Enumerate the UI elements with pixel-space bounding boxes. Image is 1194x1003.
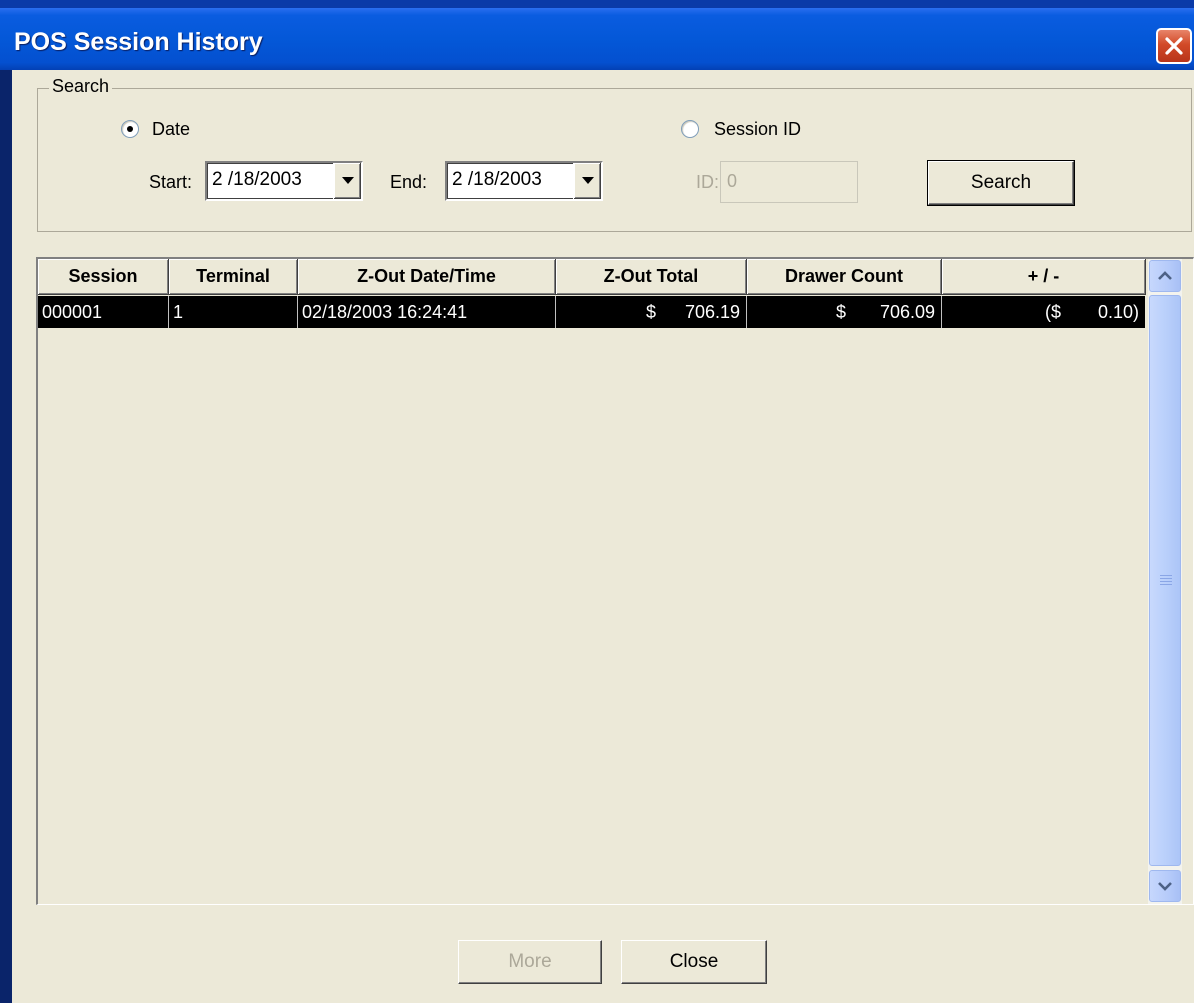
search-groupbox [37, 88, 1192, 232]
column-header-zout-total[interactable]: Z-Out Total [556, 259, 747, 295]
window-title: POS Session History [14, 28, 263, 56]
id-label: ID: [696, 172, 720, 192]
date-radio-label[interactable]: Date [152, 119, 190, 140]
end-date-value: 2 /18/2003 [452, 169, 542, 190]
date-radio-label-text: Date [152, 119, 191, 139]
close-button[interactable]: Close [621, 940, 767, 984]
end-date-picker[interactable]: 2 /18/2003 [445, 161, 603, 201]
window-top-edge [0, 0, 1194, 8]
cell-drawer-count: $ 706.09 [747, 296, 942, 328]
cell-terminal: 1 [169, 296, 298, 328]
column-header-zout-datetime[interactable]: Z-Out Date/Time [298, 259, 556, 295]
more-button[interactable]: More [458, 940, 602, 984]
grid-content: Session Terminal Z-Out Date/Time Z-Out T… [38, 259, 1146, 904]
chevron-down-icon [342, 177, 354, 184]
start-label: Start: [149, 172, 193, 192]
chevron-down-icon [582, 177, 594, 184]
cell-zout-total: $ 706.19 [556, 296, 747, 328]
column-header-drawer-count[interactable]: Drawer Count [747, 259, 942, 295]
date-radio-button[interactable] [121, 120, 139, 138]
drawer-count-amount: 706.09 [879, 302, 935, 322]
column-header-plus-minus[interactable]: + / - [942, 259, 1146, 295]
thumb-grip-line [1160, 584, 1172, 585]
plus-minus-amount: 0.10) [1097, 302, 1139, 322]
thumb-grip-line [1160, 578, 1172, 579]
dialog-client-area: Search Date Session ID Start: 2 /18/2003… [12, 70, 1194, 1003]
plus-minus-currency: ($ [1045, 302, 1062, 322]
cell-zout-datetime: 02/18/2003 16:24:41 [298, 296, 556, 328]
table-row[interactable]: 000001 1 02/18/2003 16:24:41 $ 706.19 $ … [38, 296, 1145, 328]
end-label: End: [390, 172, 428, 192]
radio-selected-dot [127, 126, 133, 132]
session-id-input[interactable]: 0 [720, 161, 858, 203]
session-id-radio-label[interactable]: Session ID [714, 119, 801, 140]
column-header-session[interactable]: Session [38, 259, 169, 295]
scroll-up-button[interactable] [1149, 260, 1181, 292]
start-date-value: 2 /18/2003 [212, 169, 302, 190]
scroll-down-button[interactable] [1149, 870, 1181, 902]
drawer-count-currency: $ [836, 302, 847, 322]
search-group-label: Search [49, 76, 113, 97]
pos-session-history-window: POS Session History Search Date Session … [0, 0, 1194, 1003]
search-button[interactable]: Search [927, 160, 1075, 206]
title-bar[interactable]: POS Session History [0, 8, 1194, 70]
thumb-grip-line [1160, 581, 1172, 582]
scrollbar-thumb[interactable] [1149, 295, 1181, 866]
start-date-picker[interactable]: 2 /18/2003 [205, 161, 363, 201]
grid-header-row: Session Terminal Z-Out Date/Time Z-Out T… [38, 259, 1146, 295]
column-header-terminal[interactable]: Terminal [169, 259, 298, 295]
start-date-dropdown-button[interactable] [333, 163, 361, 199]
session-id-value: 0 [727, 171, 738, 191]
end-date-dropdown-button[interactable] [573, 163, 601, 199]
close-x-icon [1165, 37, 1183, 55]
zout-total-currency: $ [646, 302, 657, 322]
chevron-up-icon [1158, 271, 1172, 280]
thumb-grip-line [1160, 575, 1172, 576]
session-grid[interactable]: Session Terminal Z-Out Date/Time Z-Out T… [36, 257, 1194, 905]
session-id-radio-button[interactable] [681, 120, 699, 138]
cell-plus-minus: ($ 0.10) [942, 296, 1145, 328]
chevron-down-icon [1158, 882, 1172, 891]
vertical-scrollbar[interactable] [1148, 259, 1182, 904]
close-window-button[interactable] [1156, 28, 1192, 64]
zout-total-amount: 706.19 [684, 302, 740, 322]
cell-session: 000001 [38, 296, 169, 328]
